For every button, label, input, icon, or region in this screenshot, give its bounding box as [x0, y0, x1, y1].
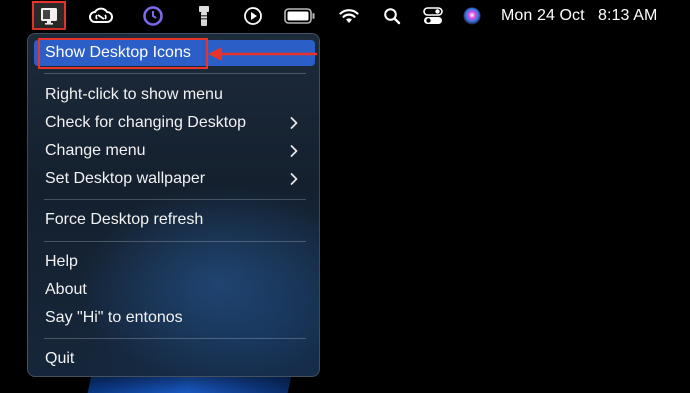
creative-cloud-icon[interactable] [86, 0, 116, 32]
wifi-icon[interactable] [336, 0, 362, 32]
siri-icon[interactable] [460, 0, 484, 32]
menubar-time[interactable]: 8:13 AM [598, 0, 657, 32]
menu-item-label: Check for changing Desktop [45, 114, 246, 131]
desktop-app-icon[interactable] [34, 0, 64, 32]
menu-separator [44, 199, 306, 200]
flashlight-icon[interactable] [192, 0, 216, 32]
menu-item-set-desktop-wallpaper[interactable]: Set Desktop wallpaper [34, 166, 315, 192]
menu-separator [44, 338, 306, 339]
menu-item-right-click-to-show-menu[interactable]: Right-click to show menu [34, 82, 315, 108]
timing-app-icon[interactable] [138, 0, 168, 32]
menu-item-change-menu[interactable]: Change menu [34, 138, 315, 164]
menu-item-say-hi[interactable]: Say "Hi" to entonos [34, 305, 315, 331]
menu-item-label: Help [45, 253, 78, 270]
annotation-highlight-box [38, 38, 208, 69]
menu-item-label: About [45, 281, 87, 298]
menu-bar: Mon 24 Oct 8:13 AM [0, 0, 690, 32]
menu-item-label: Force Desktop refresh [45, 211, 204, 228]
battery-icon[interactable] [282, 0, 318, 32]
annotation-arrow-icon [208, 47, 318, 61]
search-icon[interactable] [380, 0, 404, 32]
menu-item-label: Set Desktop wallpaper [45, 170, 206, 187]
chevron-right-icon [290, 173, 298, 185]
menu-item-label: Say "Hi" to entonos [45, 309, 183, 326]
menu-item-check-for-changing-desktop[interactable]: Check for changing Desktop [34, 110, 315, 136]
menu-item-force-desktop-refresh[interactable]: Force Desktop refresh [34, 207, 315, 233]
chevron-right-icon [290, 145, 298, 157]
chevron-right-icon [290, 117, 298, 129]
desktop-app-menu: Show Desktop Icons Right-click to show m… [27, 33, 320, 377]
menu-item-help[interactable]: Help [34, 249, 315, 275]
menu-item-about[interactable]: About [34, 277, 315, 303]
menu-item-quit[interactable]: Quit [34, 346, 315, 372]
menubar-date[interactable]: Mon 24 Oct [501, 0, 585, 32]
menu-separator [44, 73, 306, 74]
control-center-icon[interactable] [420, 0, 446, 32]
menu-item-label: Quit [45, 350, 75, 367]
menu-item-label: Change menu [45, 142, 146, 159]
screen: Mon 24 Oct 8:13 AM Show Desktop Icons Ri… [0, 0, 690, 393]
menu-separator [44, 241, 306, 242]
menu-item-label: Right-click to show menu [45, 86, 223, 103]
play-icon[interactable] [240, 0, 266, 32]
